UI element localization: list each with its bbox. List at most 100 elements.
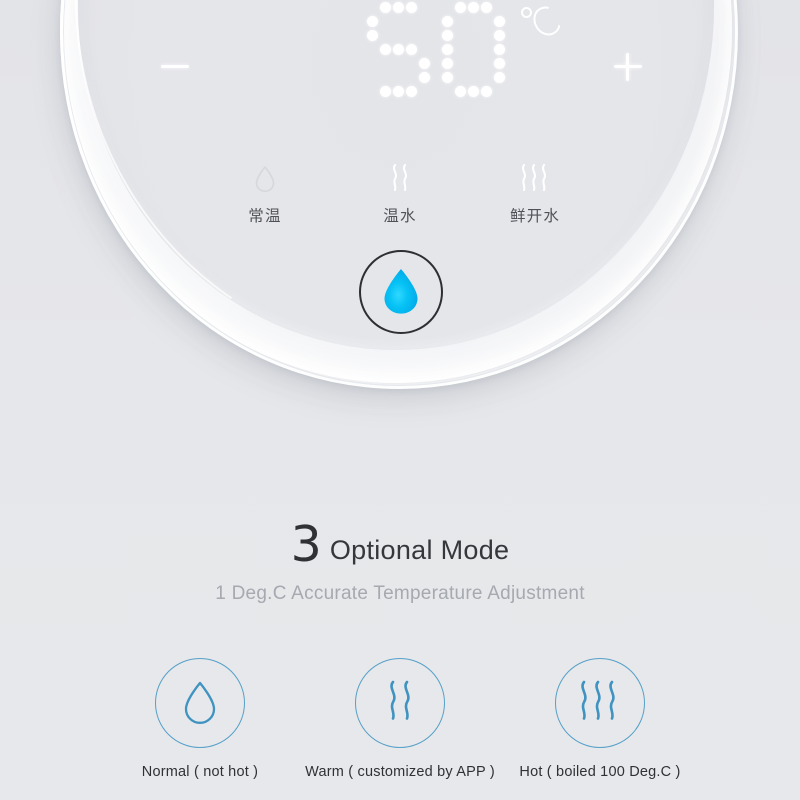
mode-label-boiled: 鲜开水 bbox=[509, 207, 561, 225]
led-dot bbox=[419, 71, 430, 83]
led-dot bbox=[442, 86, 453, 97]
mode-button-boiled[interactable]: 鲜开水 bbox=[480, 160, 590, 226]
led-dot bbox=[419, 44, 430, 55]
led-dot bbox=[406, 58, 417, 69]
led-dot bbox=[406, 16, 417, 27]
led-dot bbox=[367, 58, 378, 69]
led-dot bbox=[455, 72, 466, 83]
led-dot bbox=[494, 2, 505, 13]
feature-circle-normal bbox=[155, 658, 245, 748]
led-dot bbox=[393, 58, 404, 69]
led-dot bbox=[367, 72, 378, 83]
kettle-lid-device: 常温 温水 鲜开水 bbox=[0, 0, 800, 430]
led-dot bbox=[481, 1, 492, 13]
led-dot bbox=[468, 16, 479, 27]
led-dot bbox=[494, 57, 505, 69]
led-dot bbox=[393, 72, 404, 83]
led-dot bbox=[406, 72, 417, 83]
celsius-c-icon bbox=[528, 1, 566, 41]
increase-temperature-button[interactable] bbox=[611, 50, 645, 84]
led-dot bbox=[419, 16, 430, 27]
led-dot bbox=[393, 85, 404, 97]
led-dot bbox=[468, 72, 479, 83]
feature-item-hot: Hot ( boiled 100 Deg.C ) bbox=[500, 658, 700, 780]
water-drop-filled-icon bbox=[384, 269, 418, 314]
led-dot bbox=[380, 30, 391, 41]
led-dot bbox=[380, 43, 391, 55]
steam-2-icon bbox=[386, 160, 414, 194]
feature-caption-normal: Normal ( not hot ) bbox=[141, 764, 259, 780]
led-dot bbox=[455, 30, 466, 41]
led-dot bbox=[468, 44, 479, 55]
degree-celsius-unit bbox=[520, 1, 566, 50]
led-dot bbox=[455, 85, 466, 97]
led-dot bbox=[481, 16, 492, 27]
led-dot bbox=[380, 58, 391, 69]
led-dot bbox=[494, 15, 505, 27]
headline-text: Optional Mode bbox=[329, 535, 510, 565]
led-dot bbox=[367, 2, 378, 13]
led-dot bbox=[468, 30, 479, 41]
led-dot bbox=[367, 29, 378, 41]
water-drop-icon bbox=[253, 160, 277, 194]
feature-row: Normal ( not hot ) Warm ( customized by … bbox=[100, 658, 700, 780]
led-dot bbox=[442, 2, 453, 13]
led-dot bbox=[481, 30, 492, 41]
led-dot bbox=[406, 1, 417, 13]
led-dot bbox=[419, 57, 430, 69]
feature-caption-hot: Hot ( boiled 100 Deg.C ) bbox=[519, 764, 681, 780]
temperature-display bbox=[366, 0, 566, 98]
mode-label-room-temp: 常温 bbox=[248, 207, 282, 225]
subheadline: 1 Deg.C Accurate Temperature Adjustment bbox=[215, 583, 585, 604]
headline: 3 Optional Mode bbox=[0, 516, 800, 573]
led-dot bbox=[419, 30, 430, 41]
led-dot bbox=[380, 72, 391, 83]
led-dot bbox=[393, 43, 404, 55]
led-dot bbox=[442, 15, 453, 27]
led-dot bbox=[494, 43, 505, 55]
led-dot bbox=[367, 15, 378, 27]
led-dot bbox=[494, 71, 505, 83]
degree-symbol-icon bbox=[521, 7, 532, 18]
mode-label-warm: 温水 bbox=[383, 207, 417, 225]
led-dot bbox=[455, 16, 466, 27]
led-dot bbox=[406, 30, 417, 41]
led-dot bbox=[380, 1, 391, 13]
minus-icon bbox=[161, 65, 189, 69]
led-dot bbox=[393, 30, 404, 41]
led-dot bbox=[455, 1, 466, 13]
mode-button-room-temp[interactable]: 常温 bbox=[210, 160, 320, 226]
feature-circle-hot bbox=[555, 658, 645, 748]
mode-button-warm[interactable]: 温水 bbox=[345, 160, 455, 226]
led-dot bbox=[455, 58, 466, 69]
led-dot bbox=[442, 43, 453, 55]
led-dot bbox=[406, 85, 417, 97]
led-digit-tens bbox=[366, 0, 431, 98]
led-dot bbox=[367, 86, 378, 97]
led-dot bbox=[481, 44, 492, 55]
led-dot bbox=[481, 58, 492, 69]
feature-caption-warm: Warm ( customized by APP ) bbox=[305, 764, 495, 780]
feature-circle-warm bbox=[355, 658, 445, 748]
led-dot bbox=[442, 29, 453, 41]
led-dot bbox=[468, 85, 479, 97]
mode-selector-row: 常温 温水 鲜开水 bbox=[210, 160, 590, 226]
led-dot bbox=[494, 86, 505, 97]
steam-3-icon bbox=[517, 160, 553, 194]
decrease-temperature-button[interactable] bbox=[158, 50, 192, 84]
led-dot bbox=[494, 29, 505, 41]
led-digit-ones bbox=[441, 0, 506, 98]
led-dot bbox=[380, 16, 391, 27]
headline-number: 3 bbox=[290, 516, 322, 573]
steam-3-outline-icon bbox=[581, 680, 615, 720]
led-dot bbox=[393, 16, 404, 27]
led-dot bbox=[419, 86, 430, 97]
dispense-water-button[interactable] bbox=[359, 250, 443, 334]
led-dot bbox=[442, 57, 453, 69]
led-dot bbox=[468, 1, 479, 13]
led-dot bbox=[481, 72, 492, 83]
led-dot bbox=[380, 85, 391, 97]
led-dot bbox=[481, 85, 492, 97]
water-drop-outline-icon bbox=[184, 681, 216, 724]
feature-item-warm: Warm ( customized by APP ) bbox=[300, 658, 500, 780]
